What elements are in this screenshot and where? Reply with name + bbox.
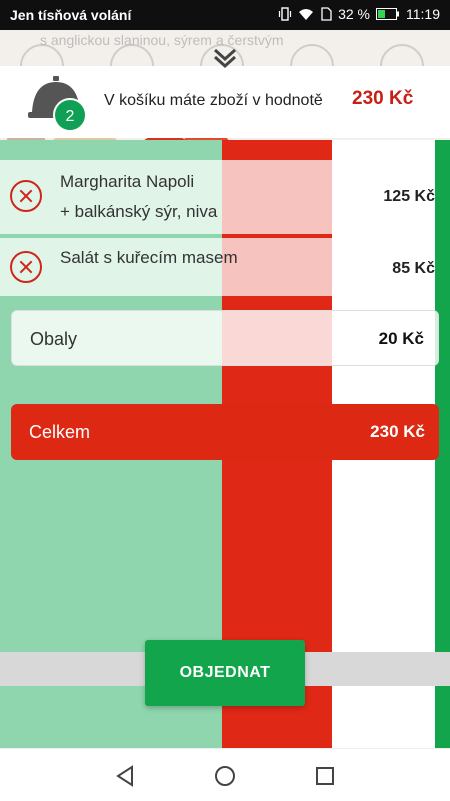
item-price: 85 Kč [392, 260, 435, 277]
android-nav-bar [0, 748, 450, 801]
cart-count-badge: 2 [53, 98, 87, 132]
total-label: Celkem [29, 422, 91, 442]
clock: 11:19 [406, 6, 440, 22]
sim-icon [321, 7, 332, 21]
cart-summary-total: 230 Kč [352, 88, 414, 109]
status-icons: 32 % 11:19 [278, 6, 440, 22]
battery-icon [376, 8, 399, 20]
chevron-down-icon[interactable] [211, 44, 239, 72]
background-text: s anglickou slaninou, sýrem a čerstvým [40, 32, 284, 48]
home-icon[interactable] [212, 763, 238, 789]
remove-item-button[interactable] [10, 180, 42, 212]
order-button[interactable]: OBJEDNAT [145, 640, 305, 706]
cart-summary-text: V košíku máte zboží v hodnotě [104, 92, 323, 109]
packaging-label: Obaly [30, 329, 78, 349]
carrier-label: Jen tísňová volání [10, 7, 132, 23]
wifi-icon [299, 9, 314, 20]
cart-item: Salát s kuřecím masem 85 Kč [0, 238, 435, 296]
packaging-value: 20 Kč [378, 329, 424, 348]
item-name: Margharita Napoli [60, 172, 195, 191]
item-price: 125 Kč [383, 188, 435, 205]
total-row: Celkem 230 Kč [11, 404, 439, 460]
cart-item: Margharita Napoli + balkánský sýr, niva … [0, 160, 435, 234]
item-name: Salát s kuřecím masem [60, 248, 238, 267]
back-icon[interactable] [112, 763, 138, 789]
battery-percent: 32 % [338, 6, 370, 22]
status-bar: Jen tísňová volání 32 % 11:19 [0, 0, 450, 30]
vibrate-icon [278, 7, 292, 21]
remove-item-button[interactable] [10, 251, 42, 283]
item-extra: + balkánský sýr, niva [60, 202, 218, 221]
total-value: 230 Kč [370, 422, 425, 441]
recent-apps-icon[interactable] [312, 763, 338, 789]
packaging-row: Obaly 20 Kč [11, 310, 439, 366]
